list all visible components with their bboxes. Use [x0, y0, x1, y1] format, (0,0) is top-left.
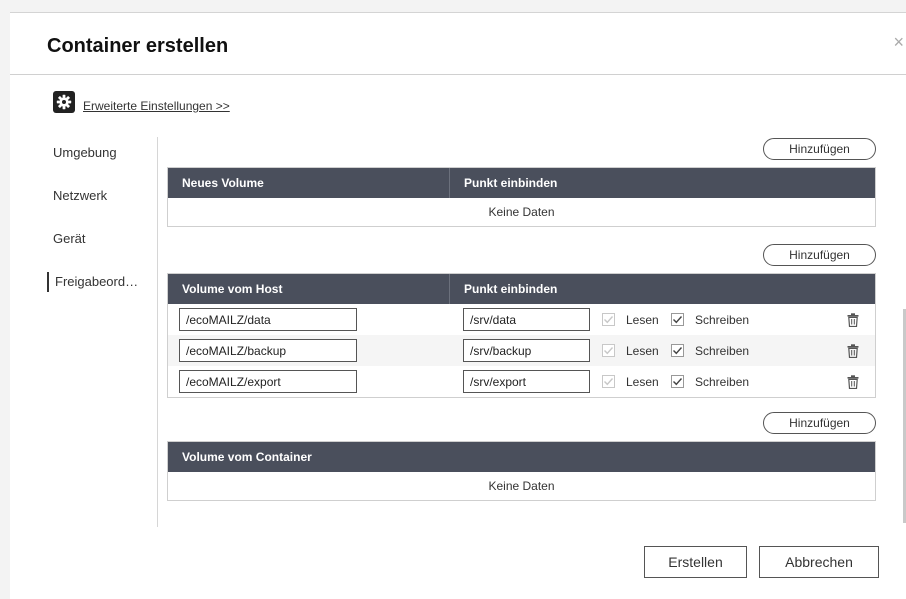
- read-label: Lesen: [626, 374, 659, 389]
- check-icon: [673, 316, 683, 324]
- write-label: Schreiben: [695, 343, 750, 358]
- empty-state: Keine Daten: [488, 479, 555, 493]
- container-volume-table: Volume vom Container Keine Daten: [167, 441, 876, 501]
- host-path-input[interactable]: [179, 339, 357, 362]
- trash-icon[interactable]: [847, 343, 859, 358]
- sidebar-item-freigabeordner[interactable]: Freigabeord…: [47, 272, 138, 292]
- mount-point-input[interactable]: [463, 308, 590, 331]
- mount-point-input[interactable]: [463, 370, 590, 393]
- empty-state: Keine Daten: [488, 205, 555, 219]
- host-volume-table: Volume vom Host Punkt einbinden Lesen Sc…: [167, 273, 876, 398]
- table-row: Lesen Schreiben: [168, 366, 875, 397]
- create-button[interactable]: Erstellen: [644, 546, 747, 578]
- write-checkbox[interactable]: [671, 313, 684, 326]
- check-icon: [604, 378, 614, 386]
- add-container-volume-button[interactable]: Hinzufügen: [763, 412, 876, 434]
- write-checkbox[interactable]: [671, 344, 684, 357]
- advanced-settings-link[interactable]: Erweiterte Einstellungen >>: [83, 99, 230, 113]
- trash-icon[interactable]: [847, 374, 859, 389]
- read-label: Lesen: [626, 312, 659, 327]
- sidebar-item-umgebung[interactable]: Umgebung: [53, 143, 117, 163]
- cancel-button[interactable]: Abbrechen: [759, 546, 879, 578]
- write-label: Schreiben: [695, 312, 750, 327]
- check-icon: [604, 316, 614, 324]
- column-header: Punkt einbinden: [464, 176, 558, 190]
- read-checkbox: [602, 313, 615, 326]
- advanced-settings: Erweiterte Einstellungen >>: [53, 91, 230, 113]
- table-header: Volume vom Container: [168, 442, 875, 472]
- check-icon: [673, 347, 683, 355]
- host-path-input[interactable]: [179, 308, 357, 331]
- add-host-volume-button[interactable]: Hinzufügen: [763, 244, 876, 266]
- gear-icon[interactable]: [53, 91, 75, 113]
- read-checkbox: [602, 344, 615, 357]
- column-header: Volume vom Container: [182, 450, 312, 464]
- table-header: Volume vom Host Punkt einbinden: [168, 274, 875, 304]
- column-header: Volume vom Host: [168, 274, 450, 304]
- table-row: Lesen Schreiben: [168, 304, 875, 335]
- read-checkbox: [602, 375, 615, 388]
- table-header: Neues Volume Punkt einbinden: [168, 168, 875, 198]
- sidebar-item-netzwerk[interactable]: Netzwerk: [53, 186, 107, 206]
- check-icon: [673, 378, 683, 386]
- dialog-title: Container erstellen: [47, 35, 229, 57]
- nav-divider: [157, 137, 158, 527]
- close-icon[interactable]: ×: [893, 33, 904, 51]
- write-checkbox[interactable]: [671, 375, 684, 388]
- write-label: Schreiben: [695, 374, 750, 389]
- create-container-dialog: × Container erstellen Erweiterte Einstel…: [10, 12, 906, 599]
- host-volume-rows: Lesen Schreiben Lesen Schreiben Lesen: [168, 304, 875, 397]
- mount-point-input[interactable]: [463, 339, 590, 362]
- column-header: Neues Volume: [168, 168, 450, 198]
- check-icon: [604, 347, 614, 355]
- trash-icon[interactable]: [847, 312, 859, 327]
- new-volume-table: Neues Volume Punkt einbinden Keine Daten: [167, 167, 876, 227]
- read-label: Lesen: [626, 343, 659, 358]
- table-row: Lesen Schreiben: [168, 335, 875, 366]
- add-new-volume-button[interactable]: Hinzufügen: [763, 138, 876, 160]
- title-divider: [10, 74, 906, 75]
- column-header: Punkt einbinden: [464, 282, 558, 296]
- sidebar-item-geraet[interactable]: Gerät: [53, 229, 86, 249]
- host-path-input[interactable]: [179, 370, 357, 393]
